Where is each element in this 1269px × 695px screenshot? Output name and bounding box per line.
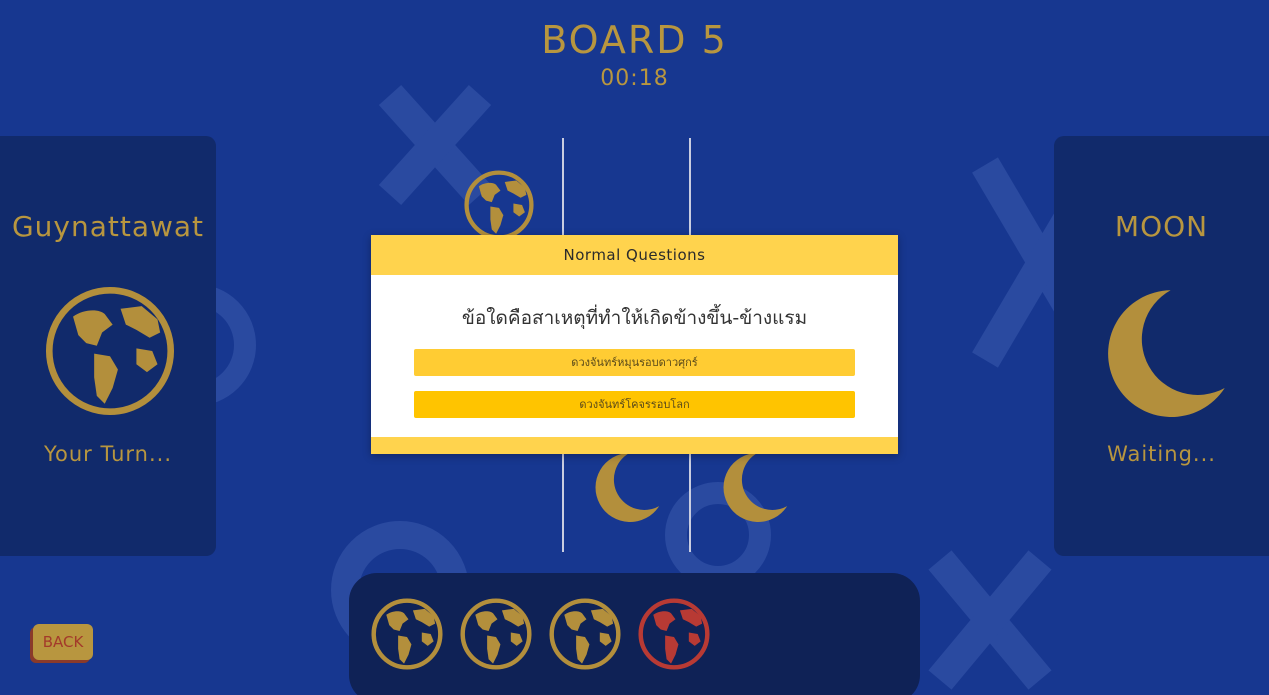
globe-icon[interactable] bbox=[459, 595, 533, 673]
answer-option-1[interactable]: ดวงจันทร์หมุนรอบดาวศุกร์ bbox=[414, 349, 855, 376]
globe-icon bbox=[45, 286, 175, 416]
globe-icon[interactable] bbox=[548, 595, 622, 673]
moon-icon[interactable] bbox=[718, 450, 790, 522]
player-status-right: Waiting... bbox=[1107, 442, 1216, 466]
player-card-left: Guynattawat Your Turn... bbox=[0, 136, 216, 556]
moon-icon bbox=[1108, 290, 1225, 417]
player-name-right: MOON bbox=[1114, 210, 1209, 243]
answer-option-2[interactable]: ดวงจันทร์โคจรรอบโลก bbox=[414, 391, 855, 418]
board-title: BOARD 5 bbox=[541, 18, 728, 62]
globe-icon[interactable] bbox=[370, 595, 444, 673]
piece-tray bbox=[349, 573, 920, 695]
player-card-right: MOON Waiting... bbox=[1054, 136, 1269, 556]
player-name-left: Guynattawat bbox=[11, 210, 205, 243]
modal-footer bbox=[371, 437, 898, 454]
header: BOARD 5 00:18 bbox=[0, 18, 1269, 91]
globe-icon[interactable] bbox=[463, 168, 535, 242]
player-status-left: Your Turn... bbox=[43, 442, 173, 466]
question-text: ข้อใดคือสาเหตุที่ทำให้เกิดข้างขึ้น-ข้างแ… bbox=[461, 307, 808, 329]
back-button[interactable]: BACK bbox=[33, 624, 93, 660]
globe-icon[interactable] bbox=[637, 595, 711, 673]
turn-timer: 00:18 bbox=[600, 66, 669, 91]
question-modal: Normal Questions ข้อใดคือสาเหตุที่ทำให้เ… bbox=[371, 235, 898, 454]
modal-title: Normal Questions bbox=[371, 235, 898, 275]
moon-icon[interactable] bbox=[590, 450, 662, 522]
